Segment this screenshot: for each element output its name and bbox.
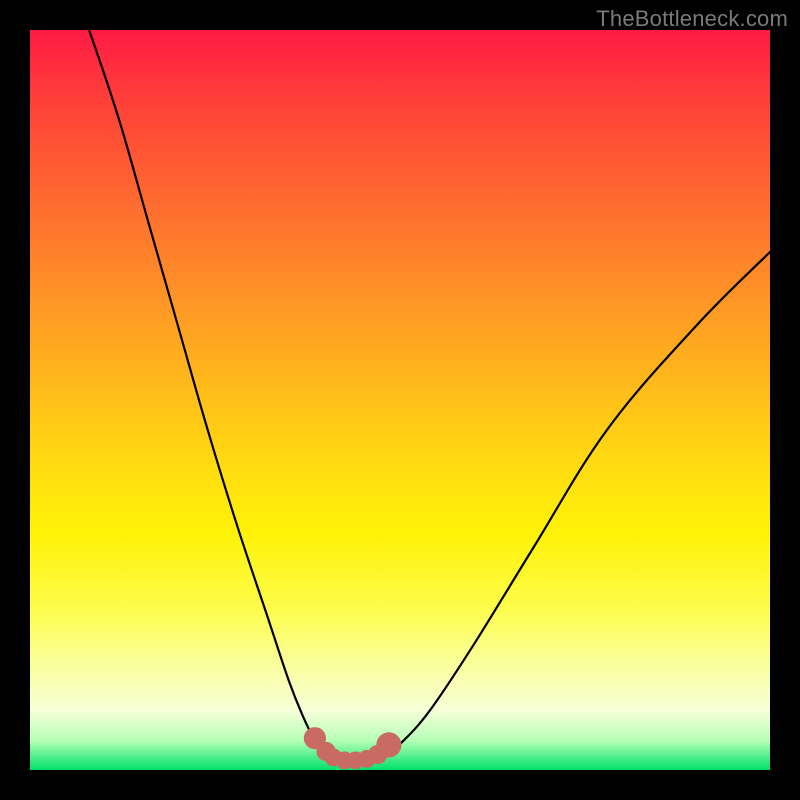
marker-dot: [316, 742, 335, 761]
marker-dot: [325, 749, 343, 767]
marker-dot: [368, 745, 387, 764]
bottleneck-curve: [89, 30, 770, 763]
watermark-text: TheBottleneck.com: [596, 6, 788, 32]
curve-layer: [30, 30, 770, 770]
bottom-markers: [304, 727, 402, 769]
chart-frame: TheBottleneck.com: [0, 0, 800, 800]
marker-dot: [358, 750, 376, 768]
marker-dot: [376, 732, 401, 757]
marker-dot: [336, 752, 354, 770]
marker-dot: [347, 752, 365, 770]
marker-dot: [304, 727, 326, 749]
plot-area: [30, 30, 770, 770]
